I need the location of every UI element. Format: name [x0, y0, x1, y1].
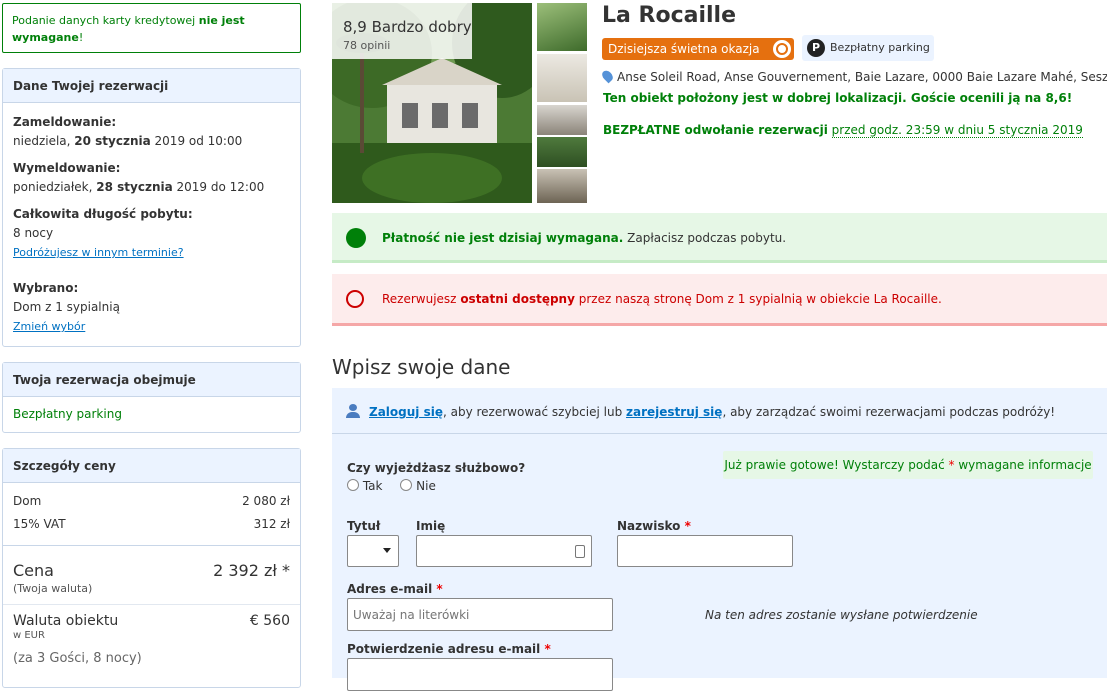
register-link[interactable]: zarejestruj się: [626, 405, 722, 419]
business-trip-options: Tak Nie: [347, 479, 436, 493]
checkout-label: Wymeldowanie:: [13, 161, 121, 175]
payment-alert: Płatność nie jest dzisiaj wymagana. Zapł…: [332, 213, 1107, 263]
hotel-address-row: Anse Soleil Road, Anse Gouvernement, Bai…: [600, 68, 1107, 84]
duration-label: Całkowita długość pobytu:: [13, 207, 193, 221]
credit-card-notice: Podanie danych karty kredytowej nie jest…: [2, 3, 301, 53]
cancellation-deadline[interactable]: przed godz. 23:59 w dniu 5 stycznia 2019: [831, 123, 1083, 138]
selected-label: Wybrano:: [13, 281, 79, 295]
other-dates-link[interactable]: Podróżujesz w innym terminie?: [13, 246, 184, 259]
clock-icon: [346, 290, 364, 308]
deal-badge-label: Dzisiejsza świetna okazja: [608, 42, 760, 56]
last-available-text: przez naszą stronę Dom z 1 sypialnią w o…: [574, 292, 942, 306]
checkin-value: niedziela, 20 stycznia 2019 od 10:00: [13, 134, 243, 148]
booking-details-title: Dane Twojej rezerwacji: [3, 69, 300, 103]
email-input[interactable]: [347, 598, 613, 631]
price-row-value: 2 080 zł: [242, 494, 290, 508]
cc-notice-text: Podanie danych karty kredytowej: [12, 14, 199, 27]
change-selection-link[interactable]: Zmień wybór: [13, 320, 85, 333]
total-sublabel: (Twoja waluta): [13, 582, 93, 595]
parking-badge-label: Bezpłatny parking: [830, 41, 930, 54]
form-heading: Wpisz swoje dane: [332, 355, 511, 379]
thumbnail-photo[interactable]: [537, 169, 587, 203]
confirm-email-input[interactable]: [347, 658, 613, 691]
total-price: 2 392 zł *: [213, 561, 290, 580]
local-currency-label: Waluta obiektu: [13, 613, 119, 629]
local-currency-price: € 560: [249, 613, 290, 629]
title-label: Tytuł: [347, 519, 381, 533]
booking-details-box: Dane Twojej rezerwacji Zameldowanie: nie…: [2, 68, 301, 347]
last-name-input[interactable]: [617, 535, 793, 567]
business-trip-question: Czy wyjeżdżasz służbowo?: [347, 461, 526, 475]
includes-box: Twoja rezerwacja obejmuje Bezpłatny park…: [2, 362, 301, 433]
payment-alert-text: Zapłacisz podczas pobytu.: [623, 231, 787, 245]
cc-notice-end: !: [78, 31, 84, 44]
local-currency-sub: w EUR: [13, 630, 45, 641]
checkout-value: poniedziałek, 28 stycznia 2019 do 12:00: [13, 180, 265, 194]
last-available-bold: ostatni dostępny: [460, 292, 575, 306]
user-icon: [346, 404, 360, 418]
thumbnail-photo[interactable]: [537, 137, 587, 167]
payment-icon: [346, 228, 366, 248]
location-note: Ten obiekt położony jest w dobrej lokali…: [603, 91, 1073, 105]
payment-alert-bold: Płatność nie jest dzisiaj wymagana.: [382, 231, 624, 245]
first-name-label: Imię: [416, 519, 446, 533]
guests-nights: (za 3 Gości, 8 nocy): [13, 651, 142, 666]
radio-yes[interactable]: [347, 479, 359, 491]
review-score: 8,9 Bardzo dobry: [343, 18, 472, 36]
deal-badge: Dzisiejsza świetna okazja: [602, 38, 794, 60]
price-title: Szczegóły ceny: [3, 449, 300, 483]
contact-card-icon: [575, 545, 585, 558]
duration-value: 8 nocy: [13, 226, 54, 240]
deal-icon: [773, 40, 791, 58]
thumbnail-photo[interactable]: [537, 105, 587, 135]
radio-no[interactable]: [400, 479, 413, 491]
checkin-label: Zameldowanie:: [13, 115, 117, 129]
last-name-label: Nazwisko *: [617, 519, 691, 533]
radio-no-label: Nie: [416, 479, 436, 493]
confirm-email-label: Potwierdzenie adresu e-mail *: [347, 642, 551, 656]
chevron-down-icon: [383, 548, 391, 553]
location-pin-icon: [600, 68, 615, 84]
selected-value: Dom z 1 sypialnią: [13, 300, 120, 314]
price-row-value: 312 zł: [253, 517, 290, 531]
email-note: Na ten adres zostanie wysłane potwierdze…: [705, 608, 978, 622]
radio-yes-label: Tak: [362, 479, 383, 493]
title-select[interactable]: [347, 535, 399, 567]
price-row-label: 15% VAT: [13, 517, 66, 531]
thumbnail-photo[interactable]: [537, 54, 587, 102]
first-name-input[interactable]: [416, 535, 592, 567]
hotel-address: Anse Soleil Road, Anse Gouvernement, Bai…: [617, 70, 1107, 84]
parking-icon: P: [807, 39, 825, 57]
price-row-label: Dom: [13, 494, 42, 508]
price-box: Szczegóły ceny Dom 2 080 zł 15% VAT 312 …: [2, 448, 301, 688]
form-area: [332, 388, 1107, 678]
almost-done-notice: Już prawie gotowe! Wystarczy podać * wym…: [723, 451, 1093, 479]
hotel-name[interactable]: La Rocaille: [602, 3, 736, 28]
hotel-main-photo[interactable]: 8,9 Bardzo dobry 78 opinii: [332, 3, 532, 203]
includes-item: Bezpłatny parking: [13, 407, 122, 421]
thumbnail-photo[interactable]: [537, 3, 587, 51]
total-label: Cena: [13, 561, 54, 580]
signin-prompt: Zaloguj się, aby rezerwować szybciej lub…: [346, 404, 1055, 419]
email-label: Adres e-mail *: [347, 582, 443, 596]
free-cancellation: BEZPŁATNE odwołanie rezerwacji przed god…: [603, 123, 1083, 138]
parking-badge: P Bezpłatny parking: [802, 35, 934, 61]
last-available-alert: Rezerwujesz ostatni dostępny przez naszą…: [332, 274, 1107, 326]
review-count: 78 opinii: [343, 39, 391, 52]
includes-title: Twoja rezerwacja obejmuje: [3, 363, 300, 397]
signin-link[interactable]: Zaloguj się: [369, 405, 443, 419]
cancellation-bold: BEZPŁATNE odwołanie rezerwacji: [603, 123, 828, 137]
